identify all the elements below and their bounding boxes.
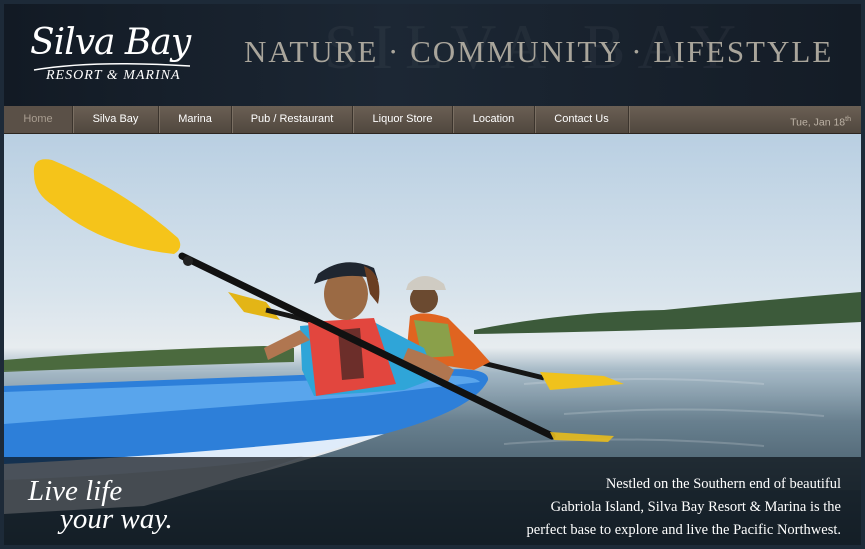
logo-subtitle: RESORT & MARINA — [46, 68, 181, 83]
treeline-right — [474, 292, 861, 334]
current-date: Tue, Jan 18th — [790, 116, 851, 129]
page-frame: SILVA BAY Silva Bay RESORT & MARINA NATU… — [4, 4, 861, 545]
nav-item-liquor-store[interactable]: Liquor Store — [353, 106, 453, 133]
site-logo[interactable]: Silva Bay RESORT & MARINA — [30, 22, 200, 92]
site-header: SILVA BAY Silva Bay RESORT & MARINA NATU… — [4, 4, 861, 106]
front-paddle-blade — [33, 159, 181, 254]
main-nav: Home Silva Bay Marina Pub / Restaurant L… — [4, 106, 861, 134]
marsh-left — [4, 346, 294, 372]
hero-caption-bar: Live life your way. Nestled on the South… — [4, 457, 861, 545]
logo-script-text: Silva Bay — [30, 22, 191, 63]
site-tagline: NATURE · COMMUNITY · LIFESTYLE — [244, 34, 834, 69]
nav-item-contact-us[interactable]: Contact Us — [535, 106, 629, 133]
nav-item-marina[interactable]: Marina — [159, 106, 232, 133]
nav-item-home[interactable]: Home — [4, 106, 73, 133]
nav-item-pub-restaurant[interactable]: Pub / Restaurant — [232, 106, 353, 133]
nav-item-silva-bay[interactable]: Silva Bay — [73, 106, 159, 133]
hero-description: Nestled on the Southern end of beautiful… — [526, 476, 841, 538]
hero-slogan: Live life your way. — [28, 475, 173, 535]
nav-item-location[interactable]: Location — [453, 106, 535, 133]
hero-banner: Live life your way. Nestled on the South… — [4, 134, 861, 545]
